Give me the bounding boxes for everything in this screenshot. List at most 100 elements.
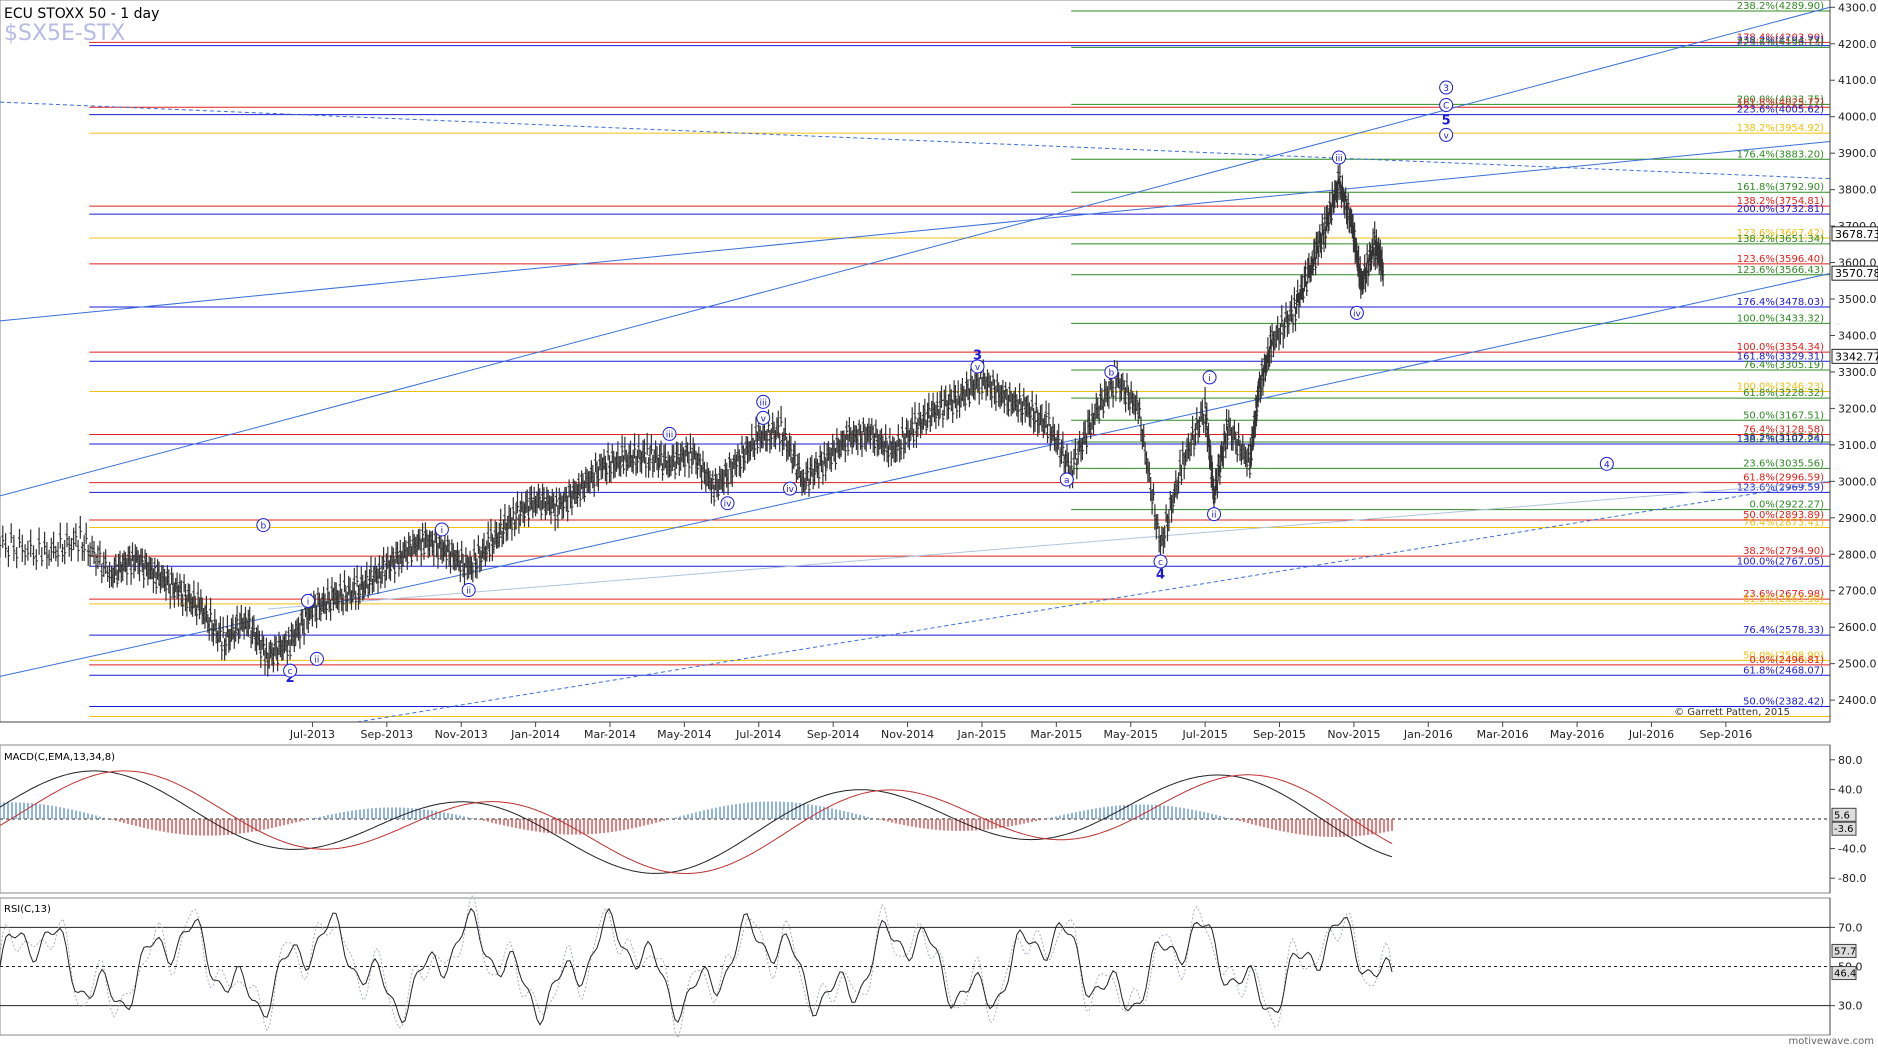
fib-label-8: 176.4%(3883.20) <box>1737 149 1824 160</box>
wave-label-9: v <box>761 414 767 424</box>
macd-tick-label-1: 40.0 <box>1838 783 1863 796</box>
price-tick-label-11: 3500.0 <box>1838 293 1877 306</box>
rsi-title: RSI(C,13) <box>4 904 51 915</box>
wave-label-17: 4 <box>1156 567 1165 582</box>
time-label-4: Mar-2014 <box>584 728 636 741</box>
price-tick-label-0: 2400.0 <box>1838 694 1877 707</box>
fib-label-36: 61.8%(2663.90) <box>1743 594 1824 605</box>
macd-title: MACD(C,EMA,13,34,8) <box>4 752 115 763</box>
wave-label-21: iv <box>1353 309 1362 319</box>
rsi-marker-0: 57.7 <box>1834 946 1856 957</box>
fib-label-13: 138.2%(3651.34) <box>1737 234 1824 245</box>
watermark: motivewave.com <box>1788 1036 1874 1047</box>
fib-label-9: 161.8%(3792.90) <box>1737 182 1824 193</box>
fib-label-15: 123.6%(3566.43) <box>1737 265 1824 276</box>
wave-label-26: 4 <box>1604 460 1610 470</box>
price-tick-label-4: 2800.0 <box>1838 548 1877 561</box>
price-tick-label-9: 3300.0 <box>1838 366 1877 379</box>
wave-label-24: 5 <box>1442 113 1451 128</box>
fib-label-27: 23.6%(3035.56) <box>1743 458 1824 469</box>
fib-label-20: 76.4%(3305.19) <box>1743 360 1824 371</box>
rsi-tick-label-0: 70.0 <box>1838 921 1863 934</box>
fib-label-17: 100.0%(3433.32) <box>1737 313 1824 324</box>
macd-marker-1: -3.6 <box>1834 824 1854 835</box>
wave-label-14: a <box>1064 476 1070 486</box>
macd-marker-0: 5.6 <box>1834 810 1850 821</box>
time-label-17: May-2016 <box>1550 728 1605 741</box>
time-label-11: May-2015 <box>1103 728 1158 741</box>
time-label-0: Jul-2013 <box>289 728 335 741</box>
symbol-label: $SX5E-STX <box>4 21 125 46</box>
wave-label-2: ii <box>314 655 319 665</box>
price-tick-label-10: 3400.0 <box>1838 329 1877 342</box>
wave-label-8: iv <box>724 500 733 510</box>
fib-label-26: 138.2%(3102.24) <box>1737 434 1824 445</box>
wave-label-15: b <box>1109 368 1115 378</box>
wave-label-13: v <box>975 363 981 373</box>
time-label-14: Nov-2015 <box>1327 728 1380 741</box>
price-tick-label-7: 3100.0 <box>1838 439 1877 452</box>
price-tag-1: 3570.78 <box>1835 267 1878 280</box>
price-tick-label-6: 3000.0 <box>1838 475 1877 488</box>
wave-label-1: c <box>288 667 293 677</box>
time-label-19: Sep-2016 <box>1700 728 1753 741</box>
wave-label-3: i <box>307 597 310 607</box>
wave-label-10: iii <box>759 398 767 408</box>
price-tick-label-8: 3200.0 <box>1838 402 1877 415</box>
fib-label-41: 50.0%(2382.42) <box>1743 697 1824 708</box>
rsi-panel: RSI(C,13) 70.050.030.057.746.4 <box>0 895 1863 1040</box>
wave-label-11: iv <box>786 485 795 495</box>
price-tick-label-2: 2600.0 <box>1838 621 1877 634</box>
time-label-3: Jan-2014 <box>510 728 560 741</box>
time-label-10: Mar-2015 <box>1030 728 1082 741</box>
price-tick-label-14: 3800.0 <box>1838 184 1877 197</box>
time-label-8: Nov-2014 <box>881 728 934 741</box>
price-tick-label-5: 2900.0 <box>1838 512 1877 525</box>
fib-label-0: 238.2%(4289.90) <box>1737 1 1824 12</box>
rsi-tick-label-2: 30.0 <box>1838 1000 1863 1013</box>
time-label-15: Jan-2016 <box>1403 728 1453 741</box>
fib-label-39: 0.0%(2496.81) <box>1749 655 1824 666</box>
fib-label-3: 223.6%(4190.13) <box>1737 37 1824 48</box>
fib-label-11: 200.0%(3732.81) <box>1737 204 1824 215</box>
time-label-1: Sep-2013 <box>360 728 413 741</box>
price-tick-label-1: 2500.0 <box>1838 658 1877 671</box>
wave-label-20: iii <box>1335 154 1343 164</box>
wave-label-6: ii <box>466 586 471 596</box>
time-label-12: Jul-2015 <box>1181 728 1227 741</box>
fib-label-16: 176.4%(3478.03) <box>1737 297 1824 308</box>
time-label-6: Jul-2014 <box>735 728 781 741</box>
time-label-5: May-2014 <box>657 728 712 741</box>
rsi-marker-1: 46.4 <box>1834 969 1856 980</box>
price-tick-label-19: 4300.0 <box>1838 1 1877 14</box>
time-label-13: Sep-2015 <box>1253 728 1306 741</box>
time-label-16: Mar-2016 <box>1477 728 1529 741</box>
wave-label-18: ii <box>1212 511 1217 521</box>
fib-label-32: 76.4%(2873.41) <box>1743 517 1824 528</box>
wave-label-5: i <box>441 526 444 536</box>
fib-label-37: 76.4%(2578.33) <box>1743 625 1824 636</box>
time-label-9: Jan-2015 <box>956 728 1006 741</box>
main-panel: 238.2%(4289.90)178.4%(4203.90)238.2%(419… <box>0 0 1878 741</box>
chart-root: 238.2%(4289.90)178.4%(4203.90)238.2%(419… <box>0 0 1878 1047</box>
fib-label-6: 223.6%(4005.62) <box>1737 105 1824 116</box>
fib-label-34: 100.0%(2767.05) <box>1737 556 1824 567</box>
time-label-18: Jul-2016 <box>1628 728 1674 741</box>
wave-label-19: i <box>1208 374 1211 384</box>
fib-label-14: 123.6%(3596.40) <box>1737 254 1824 265</box>
fib-label-40: 61.8%(2468.07) <box>1743 665 1824 676</box>
wave-label-23: C <box>1443 102 1449 112</box>
fib-label-22: 61.8%(3228.32) <box>1743 388 1824 399</box>
macd-panel: MACD(C,EMA,13,34,8) 80.0 40.0 -40.0 -80.0 5.… <box>0 744 1866 894</box>
macd-tick-label-3: -80.0 <box>1838 872 1866 885</box>
wave-label-25: v <box>1443 131 1449 141</box>
price-tick-label-15: 3900.0 <box>1838 147 1877 160</box>
price-tick-label-18: 4200.0 <box>1838 38 1877 51</box>
time-label-7: Sep-2014 <box>807 728 860 741</box>
wave-label-4: b <box>260 522 266 532</box>
fib-label-7: 138.2%(3954.92) <box>1737 123 1824 134</box>
time-label-2: Nov-2013 <box>435 728 488 741</box>
macd-tick-label-2: -40.0 <box>1838 843 1866 856</box>
price-tag-2: 3342.77 <box>1835 350 1878 363</box>
copyright: © Garrett Patten, 2015 <box>1674 707 1790 718</box>
